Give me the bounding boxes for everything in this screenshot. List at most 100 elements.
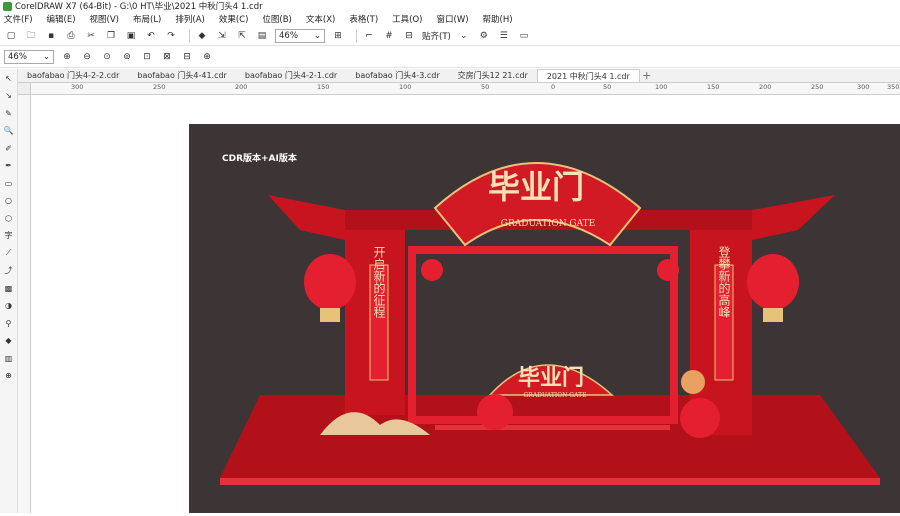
ellipse-tool-icon[interactable]: ○ xyxy=(3,195,15,207)
ruler-label: 150 xyxy=(707,83,720,91)
menu-text[interactable]: 文本(X) xyxy=(306,13,335,25)
right-eave xyxy=(752,195,835,240)
drop-shadow-icon[interactable]: ▩ xyxy=(3,282,15,294)
document-tab[interactable]: baofabao 门头4-41.cdr xyxy=(128,69,235,82)
artistic-media-icon[interactable]: ✒ xyxy=(3,160,15,172)
coreldraw-app-icon xyxy=(3,1,12,11)
shape-tool-icon[interactable]: ↘ xyxy=(3,90,15,102)
zoom-levels-value: 46% xyxy=(8,51,27,62)
application-launcher-icon[interactable]: ☰ xyxy=(497,29,511,43)
parallel-dimension-icon[interactable]: ⟋ xyxy=(3,247,15,259)
pick-tool-icon[interactable]: ↖ xyxy=(3,72,15,84)
zoom-to-all-objects-icon[interactable]: ⊚ xyxy=(120,50,134,64)
left-lantern xyxy=(304,254,356,310)
right-lantern-tassel xyxy=(763,308,783,322)
menu-effects[interactable]: 效果(C) xyxy=(219,13,249,25)
new-document-icon[interactable]: ▢ xyxy=(4,29,18,43)
menu-tools[interactable]: 工具(O) xyxy=(392,13,422,25)
left-banner-text: 开启新的征程 xyxy=(372,246,386,319)
zoom-level-select[interactable]: 46% ⌄ xyxy=(275,28,325,43)
print-icon[interactable]: ⎙ xyxy=(64,29,78,43)
zoom-out-icon[interactable]: ⊖ xyxy=(80,50,94,64)
ruler-label: 50 xyxy=(481,83,490,91)
document-tab[interactable]: 交房门头12 21.cdr xyxy=(449,69,537,82)
menu-file[interactable]: 文件(F) xyxy=(4,13,33,25)
options-icon[interactable]: ⚙ xyxy=(477,29,491,43)
arch-title: 毕业门 xyxy=(488,168,584,206)
transparency-icon[interactable]: ◑ xyxy=(3,300,15,312)
left-lantern-tassel xyxy=(320,308,340,322)
ruler-label: 50 xyxy=(603,83,612,91)
document-tab-active[interactable]: 2021 中秋门头4 1.cdr xyxy=(536,69,640,82)
small-lantern-left xyxy=(421,259,443,281)
document-tab[interactable]: baofabao 门头4-3.cdr xyxy=(346,69,448,82)
document-tab[interactable]: baofabao 门头4-2-1.cdr xyxy=(236,69,346,82)
menu-edit[interactable]: 编辑(E) xyxy=(47,13,76,25)
menu-table[interactable]: 表格(T) xyxy=(349,13,378,25)
open-folder-icon[interactable]: 🗀 xyxy=(24,29,38,43)
ruler-label: 300 xyxy=(857,83,870,91)
rectangle-tool-icon[interactable]: ▭ xyxy=(3,177,15,189)
smart-fill-icon[interactable]: ▥ xyxy=(3,352,15,364)
crop-tool-icon[interactable]: ✎ xyxy=(3,107,15,119)
import-icon[interactable]: ⇲ xyxy=(215,29,229,43)
chevron-down-icon[interactable]: ⌄ xyxy=(457,29,471,43)
left-eave xyxy=(268,195,345,240)
zoom-to-page-width-icon[interactable]: ⊠ xyxy=(160,50,174,64)
snap-to-dropdown[interactable]: 贴齐(T) xyxy=(422,30,451,42)
menu-window[interactable]: 窗口(W) xyxy=(437,13,469,25)
document-tab[interactable]: baofabao 门头4-2-2.cdr xyxy=(18,69,128,82)
menu-view[interactable]: 视图(V) xyxy=(90,13,119,25)
toolbox: ↖ ↘ ✎ 🔍 ✐ ✒ ▭ ○ ⬡ 字 ⟋ ⤴ ▩ ◑ ⚲ ◆ ▥ ⊕ xyxy=(0,69,18,513)
add-preset-icon[interactable]: ⊕ xyxy=(200,50,214,64)
show-guidelines-icon[interactable]: ⊟ xyxy=(402,29,416,43)
menu-arrange[interactable]: 排列(A) xyxy=(175,13,204,25)
undo-icon[interactable]: ↶ xyxy=(144,29,158,43)
redo-icon[interactable]: ↷ xyxy=(164,29,178,43)
arch-subtitle: GRADUATION GATE xyxy=(501,219,595,229)
watermark-label: CDR版本+AI版本 xyxy=(222,154,297,164)
right-lantern xyxy=(747,254,799,310)
ruler-label: 300 xyxy=(71,83,84,91)
ruler-origin[interactable] xyxy=(18,83,31,95)
toolbar-divider xyxy=(356,28,357,43)
zoom-level-value: 46% xyxy=(279,30,298,41)
polygon-tool-icon[interactable]: ⬡ xyxy=(3,212,15,224)
graduation-gate-artwork[interactable]: 毕业门 GRADUATION GATE 毕业门 GRADUATION GATE … xyxy=(189,124,900,513)
text-tool-icon[interactable]: 字 xyxy=(3,230,15,242)
artboard[interactable]: 毕业门 GRADUATION GATE 毕业门 GRADUATION GATE … xyxy=(189,124,900,513)
save-icon[interactable]: ▪ xyxy=(44,29,58,43)
connector-tool-icon[interactable]: ⤴ xyxy=(3,265,15,277)
interactive-fill-icon[interactable]: ◆ xyxy=(3,335,15,347)
chevron-down-icon: ⌄ xyxy=(313,30,321,41)
property-bar: 46% ⌄ ⊕ ⊖ ⊙ ⊚ ⊡ ⊠ ⊟ ⊕ xyxy=(0,46,900,68)
horizontal-ruler[interactable]: 300 250 200 150 100 50 0 50 100 150 200 … xyxy=(31,83,900,95)
vertical-ruler[interactable] xyxy=(18,95,31,513)
add-tool-icon[interactable]: ⊕ xyxy=(3,370,15,382)
zoom-in-icon[interactable]: ⊕ xyxy=(60,50,74,64)
zoom-to-page-height-icon[interactable]: ⊟ xyxy=(180,50,194,64)
paste-icon[interactable]: ▣ xyxy=(124,29,138,43)
zoom-to-page-icon[interactable]: ⊡ xyxy=(140,50,154,64)
full-screen-icon[interactable]: ⊞ xyxy=(331,29,345,43)
export-icon[interactable]: ⇱ xyxy=(235,29,249,43)
publish-pdf-icon[interactable]: ▤ xyxy=(255,29,269,43)
add-tab-icon[interactable]: + xyxy=(640,69,654,82)
menu-layout[interactable]: 布局(L) xyxy=(133,13,161,25)
zoom-levels-select[interactable]: 46% ⌄ xyxy=(4,49,54,64)
color-eyedropper-icon[interactable]: ⚲ xyxy=(3,317,15,329)
zoom-to-selected-icon[interactable]: ⊙ xyxy=(100,50,114,64)
menu-bitmaps[interactable]: 位图(B) xyxy=(262,13,291,25)
freehand-tool-icon[interactable]: ✐ xyxy=(3,142,15,154)
ruler-label: 250 xyxy=(153,83,166,91)
wave-right xyxy=(680,398,720,438)
copy-icon[interactable]: ❐ xyxy=(104,29,118,43)
show-rulers-icon[interactable]: ⌐ xyxy=(362,29,376,43)
cut-icon[interactable]: ✂ xyxy=(84,29,98,43)
show-grid-icon[interactable]: # xyxy=(382,29,396,43)
menu-help[interactable]: 帮助(H) xyxy=(483,13,513,25)
toolbar-divider xyxy=(189,28,190,43)
search-content-icon[interactable]: ◆ xyxy=(195,29,209,43)
welcome-screen-icon[interactable]: ▭ xyxy=(517,29,531,43)
zoom-tool-icon[interactable]: 🔍 xyxy=(3,125,15,137)
